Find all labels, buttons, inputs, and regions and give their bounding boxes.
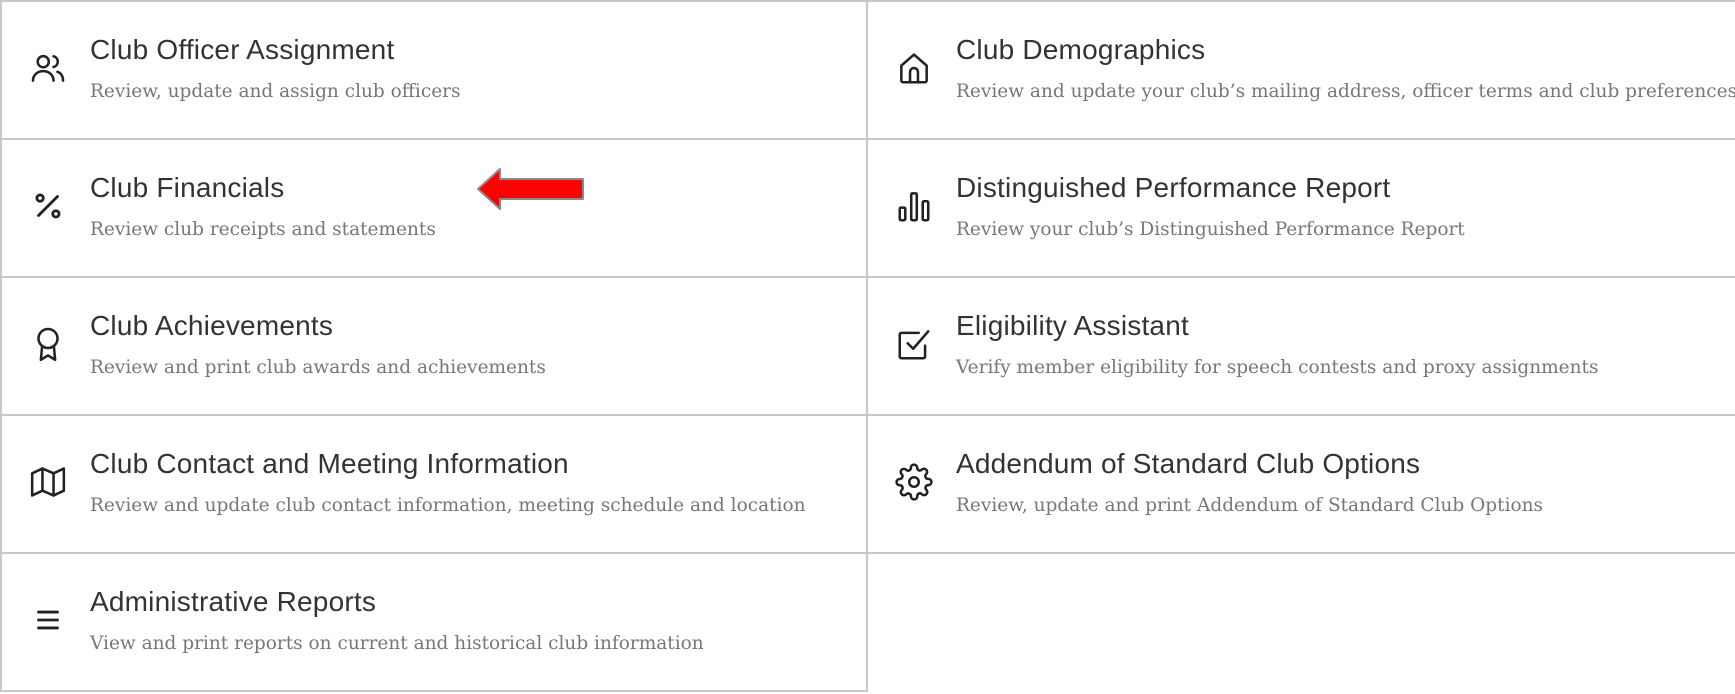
empty-cell bbox=[866, 552, 1735, 692]
card-club-achievements[interactable]: Club Achievements Review and print club … bbox=[0, 276, 868, 416]
card-title[interactable]: Club Officer Assignment bbox=[90, 34, 394, 66]
users-icon bbox=[28, 48, 68, 88]
card-distinguished-performance-report[interactable]: Distinguished Performance Report Review … bbox=[866, 138, 1735, 278]
home-icon bbox=[894, 48, 934, 88]
card-club-contact-and-meeting-information[interactable]: Club Contact and Meeting Information Rev… bbox=[0, 414, 868, 554]
card-description: Review and print club awards and achieve… bbox=[90, 357, 546, 378]
card-title[interactable]: Distinguished Performance Report bbox=[956, 172, 1390, 204]
card-eligibility-assistant[interactable]: Eligibility Assistant Verify member elig… bbox=[866, 276, 1735, 416]
card-title[interactable]: Administrative Reports bbox=[90, 586, 376, 618]
award-icon bbox=[28, 324, 68, 364]
card-club-financials[interactable]: Club Financials Review club receipts and… bbox=[0, 138, 868, 278]
card-description: View and print reports on current and hi… bbox=[90, 633, 704, 654]
check-square-icon bbox=[894, 324, 934, 364]
red-arrow-icon bbox=[477, 168, 584, 210]
card-description: Review, update and print Addendum of Sta… bbox=[956, 495, 1544, 516]
card-description: Verify member eligibility for speech con… bbox=[956, 357, 1599, 378]
card-title[interactable]: Club Achievements bbox=[90, 310, 333, 342]
bar-chart-icon bbox=[894, 186, 934, 226]
menu-icon bbox=[28, 600, 68, 640]
club-tools-grid: Club Officer Assignment Review, update a… bbox=[0, 0, 1735, 692]
card-description: Review and update your club’s mailing ad… bbox=[956, 81, 1735, 102]
percent-icon bbox=[28, 186, 68, 226]
card-addendum-of-standard-club-options[interactable]: Addendum of Standard Club Options Review… bbox=[866, 414, 1735, 554]
card-club-officer-assignment[interactable]: Club Officer Assignment Review, update a… bbox=[0, 0, 868, 140]
card-administrative-reports[interactable]: Administrative Reports View and print re… bbox=[0, 552, 868, 692]
card-title[interactable]: Club Demographics bbox=[956, 34, 1205, 66]
card-description: Review club receipts and statements bbox=[90, 219, 436, 240]
gear-icon bbox=[894, 462, 934, 502]
card-description: Review, update and assign club officers bbox=[90, 81, 461, 102]
map-icon bbox=[28, 462, 68, 502]
card-title[interactable]: Club Contact and Meeting Information bbox=[90, 448, 569, 480]
card-description: Review and update club contact informati… bbox=[90, 495, 806, 516]
card-club-demographics[interactable]: Club Demographics Review and update your… bbox=[866, 0, 1735, 140]
card-description: Review your club’s Distinguished Perform… bbox=[956, 219, 1465, 240]
card-title[interactable]: Eligibility Assistant bbox=[956, 310, 1189, 342]
card-title[interactable]: Addendum of Standard Club Options bbox=[956, 448, 1420, 480]
card-title[interactable]: Club Financials bbox=[90, 172, 284, 204]
